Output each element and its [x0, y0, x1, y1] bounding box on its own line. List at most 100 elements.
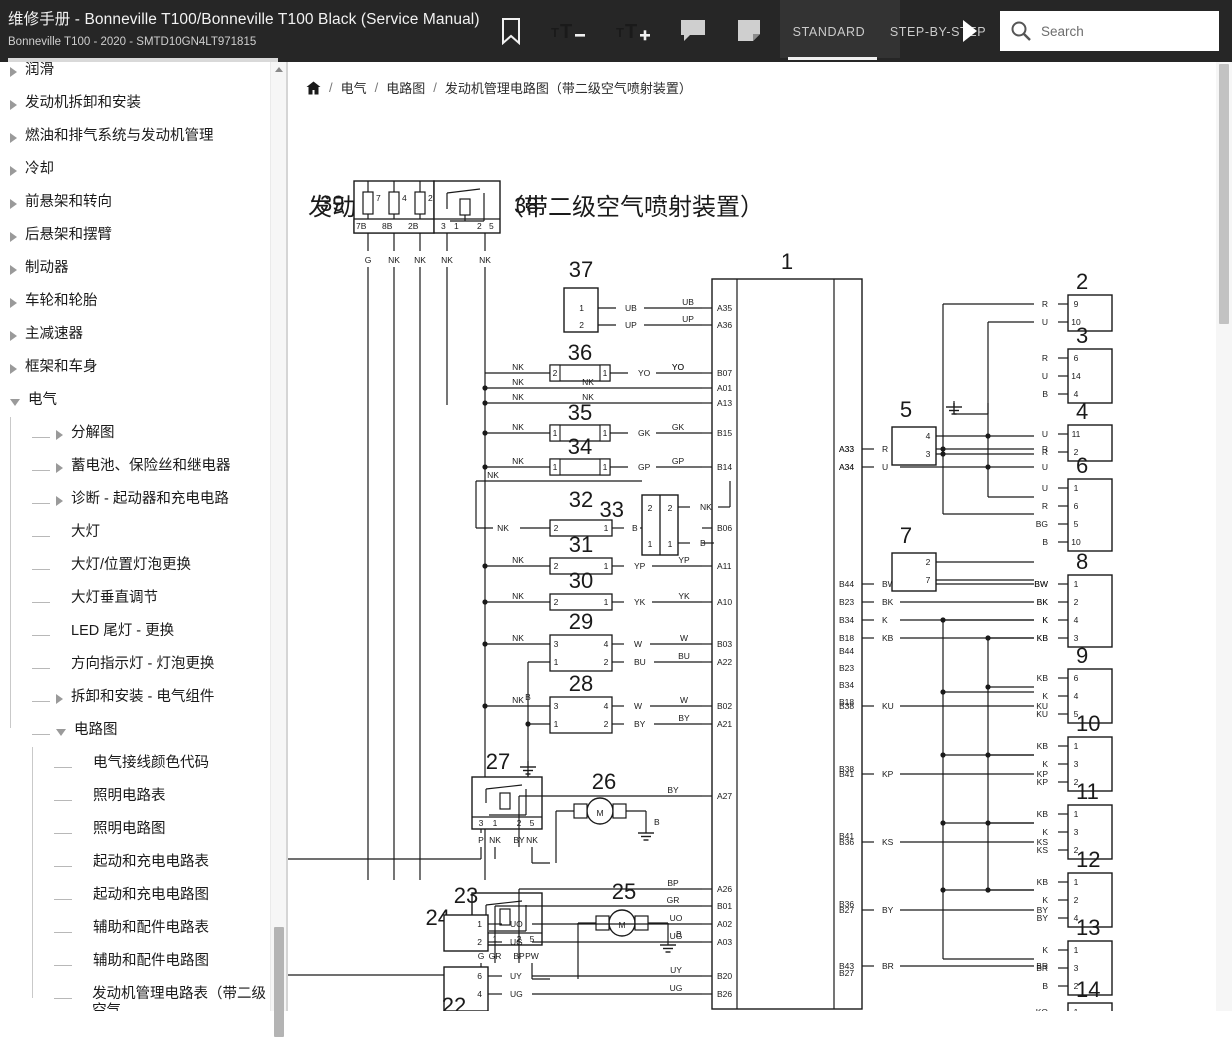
- sidebar-item-6[interactable]: 制动器: [0, 252, 272, 285]
- chevron-right-icon[interactable]: [10, 298, 17, 308]
- svg-text:BY: BY: [882, 905, 894, 915]
- svg-text:B18: B18: [839, 633, 854, 643]
- text-increase-button[interactable]: T T: [614, 10, 662, 52]
- comment-button[interactable]: [669, 10, 717, 52]
- chevron-right-icon[interactable]: [10, 166, 17, 176]
- sidebar-item-17[interactable]: LED 尾灯 - 更换: [0, 615, 272, 648]
- text-increase-icon: T T: [616, 18, 660, 44]
- svg-text:NK: NK: [512, 591, 524, 601]
- sidebar-item-7[interactable]: 车轮和轮胎: [0, 285, 272, 318]
- sidebar-item-4[interactable]: 前悬架和转向: [0, 186, 272, 219]
- content-scrollbar[interactable]: [1216, 62, 1232, 1011]
- bookmark-button[interactable]: [487, 10, 535, 52]
- sidebar-item-10[interactable]: 电气: [0, 384, 272, 417]
- sidebar-item-24[interactable]: 起动和充电电路表: [0, 846, 272, 879]
- text-decrease-button[interactable]: T T: [549, 10, 597, 52]
- bookmark-icon: [500, 17, 522, 45]
- search-input[interactable]: [1041, 24, 1218, 39]
- sidebar-item-label: 发动机管理电路表（带二级空气 喷射装置）: [92, 986, 268, 1011]
- sidebar-item-5[interactable]: 后悬架和摆臂: [0, 219, 272, 252]
- sidebar-item-22[interactable]: 照明电路表: [0, 780, 272, 813]
- app-header: 维修手册 - Bonneville T100/Bonneville T100 B…: [0, 0, 1232, 62]
- svg-text:7: 7: [900, 523, 912, 548]
- tree-elbow: [54, 800, 72, 801]
- sidebar-item-1[interactable]: 发动机拆卸和安装: [0, 87, 272, 120]
- chevron-right-icon[interactable]: [10, 331, 17, 341]
- svg-text:10: 10: [1076, 711, 1100, 736]
- chevron-right-icon[interactable]: [10, 265, 17, 275]
- sidebar-item-18[interactable]: 方向指示灯 - 灯泡更换: [0, 648, 272, 681]
- chevron-right-icon[interactable]: [10, 364, 17, 374]
- chevron-right-icon[interactable]: [10, 232, 17, 242]
- svg-text:4: 4: [604, 701, 609, 711]
- svg-text:B43: B43: [839, 961, 854, 971]
- breadcrumb[interactable]: /电气/电路图/发动机管理电路图（带二级空气喷射装置）: [306, 78, 692, 97]
- svg-text:K: K: [1042, 827, 1048, 837]
- tree-elbow: [54, 998, 72, 999]
- svg-text:1: 1: [603, 368, 608, 378]
- sidebar-item-16[interactable]: 大灯垂直调节: [0, 582, 272, 615]
- content-scrollbar-thumb[interactable]: [1219, 64, 1229, 324]
- tab-standard[interactable]: STANDARD: [787, 8, 871, 56]
- sidebar-item-label: 辅助和配件电路表: [93, 920, 209, 937]
- svg-text:BU: BU: [634, 657, 646, 667]
- chevron-right-icon[interactable]: [963, 20, 977, 42]
- svg-text:37: 37: [569, 257, 593, 282]
- note-button[interactable]: [725, 10, 773, 52]
- search-box[interactable]: [1000, 11, 1219, 51]
- chevron-right-icon[interactable]: [10, 67, 17, 77]
- svg-text:1: 1: [604, 597, 609, 607]
- sidebar-item-0[interactable]: 润滑: [0, 62, 272, 87]
- chevron-down-icon[interactable]: [56, 729, 66, 736]
- breadcrumb-item[interactable]: 电路图: [386, 78, 425, 97]
- sidebar-item-28[interactable]: 发动机管理电路表（带二级空气 喷射装置）: [0, 978, 272, 1011]
- sidebar-item-27[interactable]: 辅助和配件电路图: [0, 945, 272, 978]
- chevron-right-icon[interactable]: [10, 100, 17, 110]
- sidebar-item-9[interactable]: 框架和车身: [0, 351, 272, 384]
- sidebar-item-19[interactable]: 拆卸和安装 - 电气组件: [0, 681, 272, 714]
- svg-text:A11: A11: [717, 561, 732, 571]
- breadcrumb-item[interactable]: 电气: [341, 78, 367, 97]
- svg-text:6: 6: [1076, 453, 1088, 478]
- chevron-right-icon[interactable]: [56, 463, 63, 473]
- svg-text:1: 1: [554, 657, 559, 667]
- chevron-right-icon[interactable]: [10, 133, 17, 143]
- svg-text:UP: UP: [625, 320, 637, 330]
- sidebar-item-26[interactable]: 辅助和配件电路表: [0, 912, 272, 945]
- sidebar-item-23[interactable]: 照明电路图: [0, 813, 272, 846]
- svg-text:29: 29: [569, 609, 593, 634]
- svg-text:K: K: [1042, 615, 1048, 625]
- sidebar-item-11[interactable]: 分解图: [0, 417, 272, 450]
- chevron-right-icon[interactable]: [56, 496, 63, 506]
- sidebar-item-12[interactable]: 蓄电池、保险丝和继电器: [0, 450, 272, 483]
- sidebar-item-15[interactable]: 大灯/位置灯泡更换: [0, 549, 272, 582]
- svg-text:1: 1: [554, 719, 559, 729]
- chevron-right-icon[interactable]: [56, 694, 63, 704]
- sidebar-item-2[interactable]: 燃油和排气系统与发动机管理: [0, 120, 272, 153]
- chevron-right-icon[interactable]: [56, 430, 63, 440]
- svg-text:A36: A36: [717, 320, 732, 330]
- sidebar-item-25[interactable]: 起动和充电电路图: [0, 879, 272, 912]
- scroll-up-arrow-icon[interactable]: [275, 67, 283, 72]
- chevron-down-icon[interactable]: [10, 399, 20, 406]
- sidebar-item-20[interactable]: 电路图: [0, 714, 272, 747]
- sidebar-item-3[interactable]: 冷却: [0, 153, 272, 186]
- sidebar-scrollbar-thumb[interactable]: [274, 927, 284, 1037]
- svg-text:3: 3: [554, 639, 559, 649]
- svg-text:NK: NK: [526, 835, 538, 845]
- breadcrumb-item[interactable]: 发动机管理电路图（带二级空气喷射装置）: [445, 78, 692, 97]
- sidebar-scrollbar[interactable]: [270, 62, 286, 1011]
- sidebar-item-21[interactable]: 电气接线颜色代码: [0, 747, 272, 780]
- svg-text:1: 1: [1074, 809, 1079, 819]
- svg-text:27: 27: [486, 749, 510, 774]
- sidebar-nav[interactable]: 润滑发动机拆卸和安装燃油和排气系统与发动机管理冷却前悬架和转向后悬架和摆臂制动器…: [0, 62, 286, 1011]
- home-icon[interactable]: [306, 81, 321, 95]
- svg-text:A03: A03: [717, 937, 732, 947]
- svg-text:30: 30: [569, 568, 593, 593]
- chevron-right-icon[interactable]: [10, 199, 17, 209]
- sidebar-item-13[interactable]: 诊断 - 起动器和充电电路: [0, 483, 272, 516]
- svg-text:KS: KS: [882, 837, 894, 847]
- sidebar-item-8[interactable]: 主减速器: [0, 318, 272, 351]
- sidebar-item-14[interactable]: 大灯: [0, 516, 272, 549]
- svg-text:11: 11: [1072, 429, 1081, 439]
